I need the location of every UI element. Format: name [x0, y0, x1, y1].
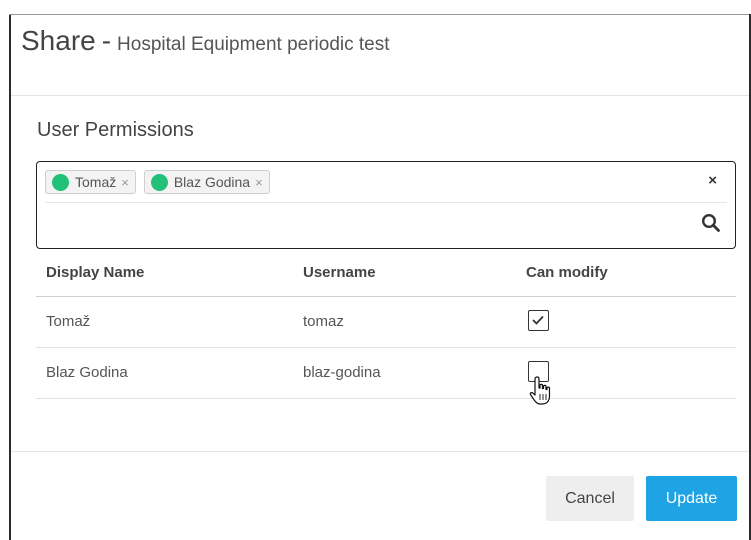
dialog-title-separator: -: [101, 25, 112, 56]
user-search-input[interactable]: [45, 206, 689, 244]
table-header-row: Display Name Username Can modify: [36, 250, 736, 297]
clear-all-icon[interactable]: ×: [708, 172, 717, 189]
cell-username: blaz-godina: [303, 364, 381, 381]
column-header-username: Username: [303, 264, 376, 281]
user-dot-icon: [52, 173, 69, 191]
tag-user-tomaz: Tomaž ×: [45, 170, 136, 194]
column-header-display-name: Display Name: [46, 264, 145, 281]
cell-display-name: Blaz Godina: [46, 364, 128, 381]
tag-remove-icon[interactable]: ×: [255, 175, 263, 190]
tag-remove-icon[interactable]: ×: [121, 175, 129, 190]
column-header-can-modify: Can modify: [526, 264, 608, 281]
tag-divider: [45, 202, 727, 203]
can-modify-checkbox[interactable]: [528, 310, 549, 331]
tag-label: Blaz Godina: [173, 174, 251, 190]
cell-username: tomaz: [303, 313, 344, 330]
tag-user-blaz-godina: Blaz Godina ×: [143, 170, 270, 194]
dialog-title: Share - Hospital Equipment periodic test: [21, 25, 390, 57]
dialog-title-main: Share: [21, 25, 96, 56]
table-row: Tomaž tomaz: [36, 297, 736, 348]
hand-cursor-icon: [529, 376, 551, 405]
dialog-subtitle: Hospital Equipment periodic test: [117, 34, 390, 55]
search-icon[interactable]: [701, 213, 721, 233]
user-dot-icon: [150, 173, 168, 191]
tag-label: Tomaž: [75, 174, 117, 190]
user-tag-selector[interactable]: Tomaž × Blaz Godina × ×: [36, 161, 736, 249]
checkmark-icon: [532, 315, 544, 325]
cancel-button[interactable]: Cancel: [546, 476, 634, 521]
share-dialog: Share - Hospital Equipment periodic test U…: [0, 0, 751, 540]
permissions-table: Display Name Username Can modify Tomaž t…: [36, 250, 736, 399]
cell-display-name: Tomaž: [46, 313, 91, 330]
update-button[interactable]: Update: [646, 476, 737, 521]
table-row: Blaz Godina blaz-godina: [36, 348, 736, 399]
selected-tags: Tomaž × Blaz Godina ×: [45, 170, 270, 196]
footer-divider: [11, 451, 749, 452]
section-title-user-permissions: User Permissions: [37, 119, 194, 141]
